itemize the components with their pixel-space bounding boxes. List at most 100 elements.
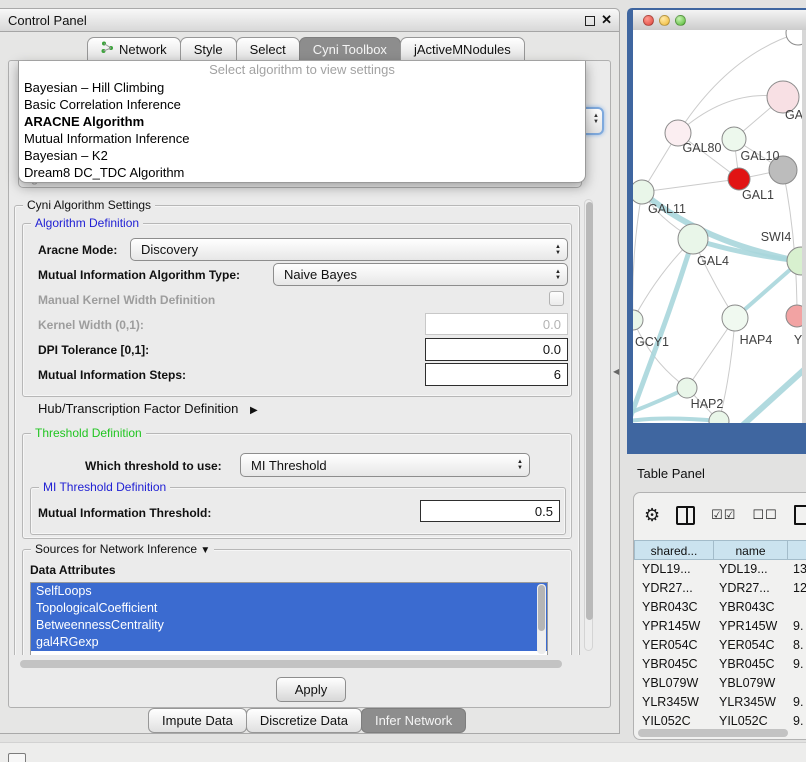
node-hap2[interactable] xyxy=(677,378,697,398)
splitter-collapse-icon[interactable]: ◀ xyxy=(613,367,619,376)
network-edge-thick[interactable] xyxy=(633,419,719,422)
kernel-width-input[interactable]: 0.0 xyxy=(425,313,568,335)
hub-definition-toggle[interactable]: Hub/Transcription Factor Definition ▶ xyxy=(38,401,258,416)
attribute-item-selected[interactable]: SelfLoops xyxy=(31,583,547,600)
control-panel-titlebar: Control Panel ✕ xyxy=(0,9,619,32)
column-header[interactable]: shared... xyxy=(634,540,713,560)
table-row[interactable]: YER054CYER054C8. xyxy=(634,636,806,655)
data-attributes-list[interactable]: SelfLoopsTopologicalCoefficientBetweenne… xyxy=(30,582,548,655)
node-label-swi4: SWI4 xyxy=(761,230,792,244)
table-cell: YDR27... xyxy=(634,579,713,598)
tab-network[interactable]: Network xyxy=(87,37,181,61)
table-cell: YLR345W xyxy=(634,693,713,712)
mi-threshold-input[interactable]: 0.5 xyxy=(420,500,560,522)
settings-horizontal-scrollbar[interactable] xyxy=(16,659,582,669)
node-gal4[interactable] xyxy=(678,224,708,254)
table-cell: 9. xyxy=(787,655,806,674)
attributes-scrollbar[interactable] xyxy=(537,584,546,654)
table-cell: YER054C xyxy=(713,636,787,655)
table-row[interactable]: YDL19...YDL19...13 xyxy=(634,560,806,579)
node-gal1[interactable] xyxy=(728,168,750,190)
network-graph: GALGAL80GAL10GAL1GAL11SWI4GAL4GCY1HAP4YH… xyxy=(633,30,806,423)
tab-jactivemnodules[interactable]: jActiveMNodules xyxy=(400,37,525,61)
node-hap4[interactable] xyxy=(722,305,748,331)
table-cell: 9. xyxy=(787,693,806,712)
settings-vertical-thumb[interactable] xyxy=(586,202,593,620)
tab-impute-data[interactable]: Impute Data xyxy=(148,708,247,733)
attribute-item-selected[interactable]: TopologicalCoefficient xyxy=(31,600,547,617)
node-gcy1[interactable] xyxy=(633,310,643,330)
settings-horizontal-thumb[interactable] xyxy=(20,660,562,668)
attribute-item-selected[interactable]: gal4RGexp xyxy=(31,634,547,651)
unchecked-boxes-icon[interactable]: ☐☐ xyxy=(752,507,777,523)
close-traffic-light[interactable] xyxy=(643,15,654,26)
focused-combobox-end[interactable]: ▲▼ xyxy=(584,107,604,135)
network-edge[interactable] xyxy=(633,192,642,320)
attribute-item-selected[interactable]: BetweennessCentrality xyxy=(31,617,547,634)
manual-kernel-width-label: Manual Kernel Width Definition xyxy=(38,293,215,307)
document-icon[interactable] xyxy=(794,505,806,525)
network-edge[interactable] xyxy=(642,179,739,192)
mi-steps-input[interactable]: 6 xyxy=(425,363,568,386)
mi-algorithm-type-select[interactable]: Naive Bayes ▲▼ xyxy=(273,263,568,286)
network-canvas[interactable]: GALGAL80GAL10GAL1GAL11SWI4GAL4GCY1HAP4YH… xyxy=(633,30,806,423)
table-cell xyxy=(787,674,806,693)
table-cell: YBL079W xyxy=(634,674,713,693)
algorithm-option[interactable]: Bayesian – K2 xyxy=(19,148,585,165)
node-label-gal1: GAL1 xyxy=(742,188,774,202)
mi-steps-label: Mutual Information Steps: xyxy=(38,368,186,382)
node-label-hap2: HAP2 xyxy=(691,397,724,411)
sources-title[interactable]: Sources for Network Inference ▼ xyxy=(31,542,214,556)
network-edge-thick[interactable] xyxy=(743,368,806,423)
tab-discretize-data[interactable]: Discretize Data xyxy=(246,708,362,733)
minimize-traffic-light[interactable] xyxy=(659,15,670,26)
dpi-tolerance-input[interactable]: 0.0 xyxy=(425,338,568,361)
tab-select[interactable]: Select xyxy=(236,37,300,61)
node-label-gal10: GAL10 xyxy=(741,149,780,163)
minimized-panel-icon[interactable] xyxy=(8,753,26,762)
algorithm-option[interactable]: Bayesian – Hill Climbing xyxy=(19,80,585,97)
manual-kernel-width-checkbox[interactable] xyxy=(549,291,564,306)
screen: Control Panel ✕ NetworkStyleSelectCyni T… xyxy=(0,0,806,762)
split-columns-icon[interactable] xyxy=(676,506,695,525)
table-cell: YBR043C xyxy=(713,598,787,617)
table-cell: YLR345W xyxy=(713,693,787,712)
table-cell: YDL19... xyxy=(713,560,787,579)
aracne-mode-value: Discovery xyxy=(141,242,198,257)
tab-style[interactable]: Style xyxy=(180,37,237,61)
algorithm-option[interactable]: Basic Correlation Inference xyxy=(19,97,585,114)
table-row[interactable]: YBR043CYBR043C xyxy=(634,598,806,617)
close-icon[interactable]: ✕ xyxy=(601,12,612,28)
gear-icon[interactable]: ⚙ xyxy=(644,506,660,524)
which-threshold-select[interactable]: MI Threshold ▲▼ xyxy=(240,453,530,477)
apply-button[interactable]: Apply xyxy=(276,677,346,702)
node-gal11[interactable] xyxy=(633,180,654,204)
aracne-mode-select[interactable]: Discovery ▲▼ xyxy=(130,238,568,261)
network-scrollbar-sliver[interactable] xyxy=(802,30,806,423)
algorithm-option[interactable]: ARACNE Algorithm xyxy=(19,114,585,131)
checked-boxes-icon[interactable]: ☑☑ xyxy=(711,507,736,523)
column-header[interactable]: name xyxy=(713,540,787,560)
zoom-traffic-light[interactable] xyxy=(675,15,686,26)
tab-label: jActiveMNodules xyxy=(414,41,511,58)
table-cell: YER054C xyxy=(634,636,713,655)
tab-cyni-toolbox[interactable]: Cyni Toolbox xyxy=(299,37,401,61)
algorithm-dropdown-list: Select algorithm to view settings Bayesi… xyxy=(18,61,586,183)
tab-label: Discretize Data xyxy=(260,712,348,729)
table-row[interactable]: YBR045CYBR045C9. xyxy=(634,655,806,674)
table-row[interactable]: YPR145WYPR145W9. xyxy=(634,617,806,636)
table-horizontal-scrollbar[interactable] xyxy=(638,728,806,738)
node-gal10[interactable] xyxy=(722,127,746,151)
algorithm-option[interactable]: Dream8 DC_TDC Algorithm xyxy=(19,165,585,182)
table-horizontal-thumb[interactable] xyxy=(638,729,788,737)
settings-vertical-scrollbar[interactable] xyxy=(584,199,593,651)
table-row[interactable]: YLR345WYLR345W9. xyxy=(634,693,806,712)
algorithm-option[interactable]: Mutual Information Inference xyxy=(19,131,585,148)
node-bottom[interactable] xyxy=(709,411,729,423)
float-window-icon[interactable] xyxy=(585,16,595,26)
tab-infer-network[interactable]: Infer Network xyxy=(361,708,466,733)
node-label-gal80: GAL80 xyxy=(683,141,722,155)
column-header[interactable] xyxy=(787,540,806,560)
table-row[interactable]: YBL079WYBL079W xyxy=(634,674,806,693)
table-row[interactable]: YDR27...YDR27...12 xyxy=(634,579,806,598)
